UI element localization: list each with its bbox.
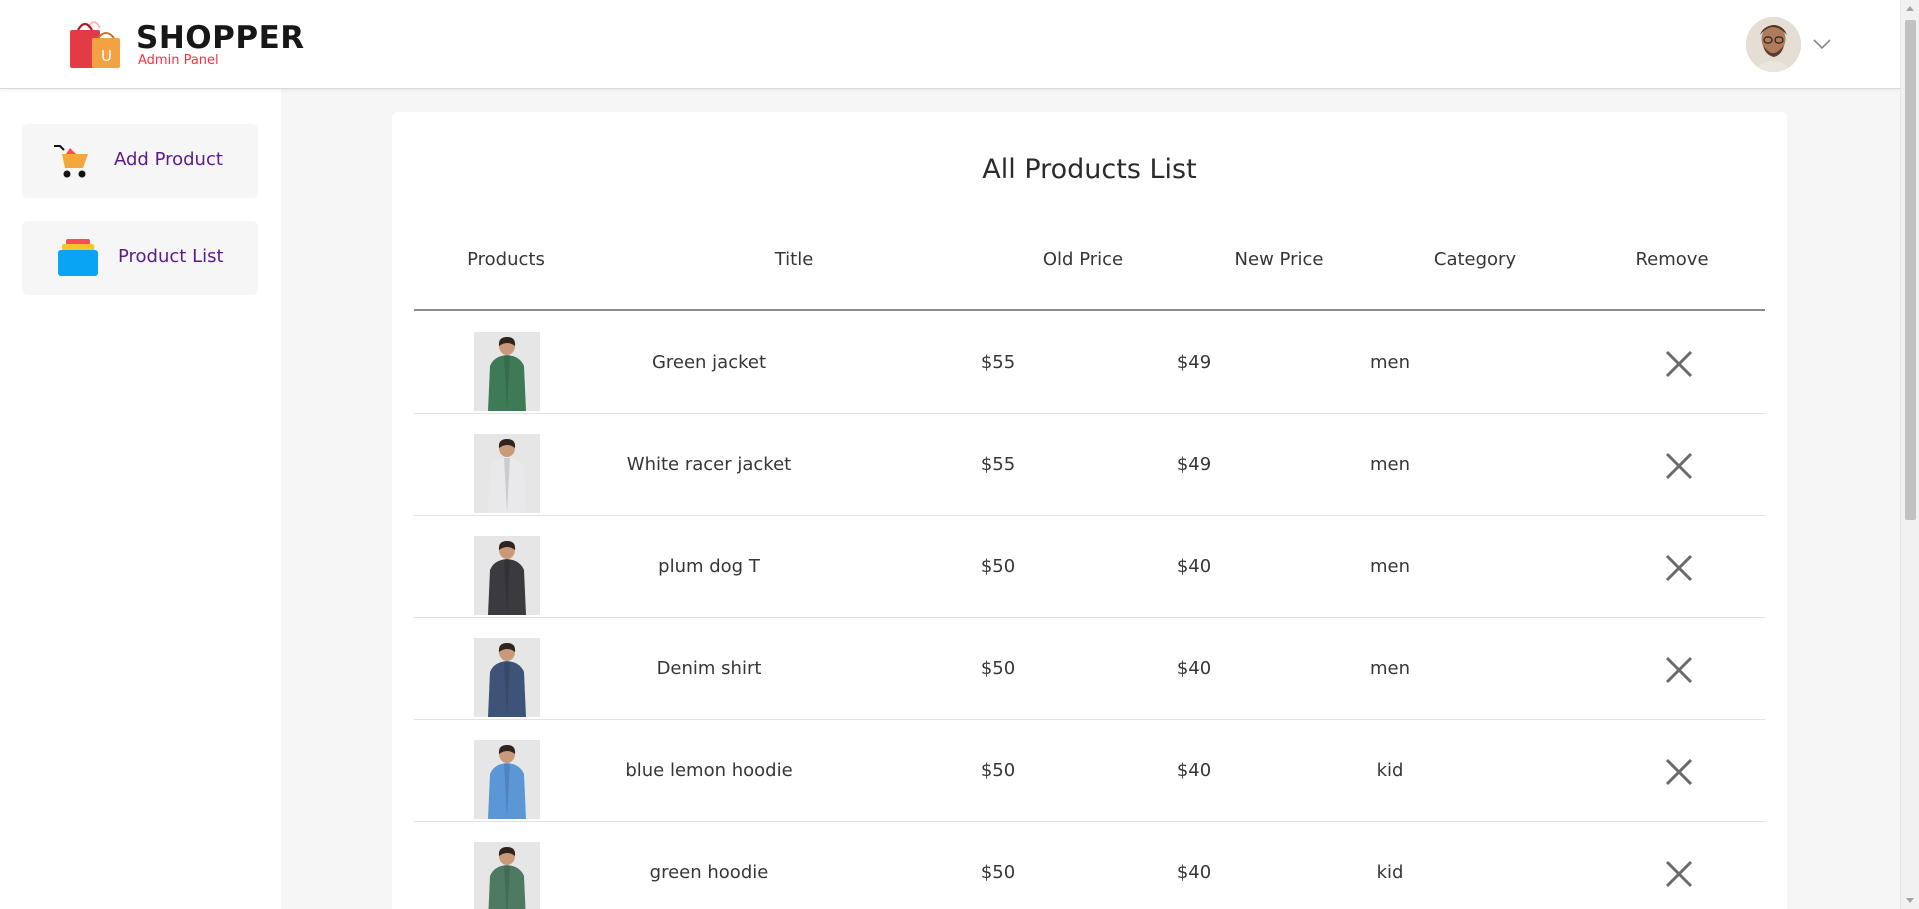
column-header-title: Title [774,249,814,270]
stack-icon [58,239,98,277]
brand: SHOPPER Admin Panel [136,20,305,68]
product-title: Denim shirt [656,658,762,679]
page-scrollbar[interactable] [1900,0,1919,909]
column-header-new-price: New Price [1234,249,1324,270]
product-title: Green jacket [651,352,767,373]
table-row: plum dog T $50 $40 men [414,516,1765,618]
remove-icon[interactable] [1664,757,1694,787]
product-category: kid [1376,760,1404,781]
remove-icon[interactable] [1664,349,1694,379]
products-panel: All Products List Products Title Old Pri… [392,112,1787,909]
product-thumbnail [474,434,540,513]
scroll-up-icon[interactable] [1906,6,1914,11]
cart-icon [52,142,92,180]
remove-icon[interactable] [1664,655,1694,685]
product-category: men [1369,454,1411,475]
product-thumbnail [474,536,540,615]
product-category: men [1369,556,1411,577]
header-divider [414,309,1765,311]
top-navbar: U SHOPPER Admin Panel [0,0,1900,89]
product-title: blue lemon hoodie [625,760,793,781]
page-title: All Products List [982,154,1197,185]
user-avatar[interactable] [1746,17,1801,72]
product-title: White racer jacket [626,454,792,475]
brand-name: SHOPPER [136,20,305,56]
table-row: Denim shirt $50 $40 men [414,618,1765,720]
scroll-down-icon[interactable] [1906,898,1914,903]
product-thumbnail [474,332,540,411]
remove-icon[interactable] [1664,451,1694,481]
remove-icon[interactable] [1664,553,1694,583]
product-title: green hoodie [649,862,769,883]
sidebar-item-label: Product List [118,246,224,267]
product-thumbnail [474,740,540,819]
sidebar-item-product-list[interactable]: Product List [22,221,258,295]
product-category: men [1369,658,1411,679]
table-row: Green jacket $55 $49 men [414,312,1765,414]
product-thumbnail [474,638,540,717]
column-header-category: Category [1433,249,1517,270]
product-category: men [1369,352,1411,373]
shopper-logo-icon: U [68,18,122,70]
chevron-down-icon[interactable] [1812,36,1832,50]
table-row: green hoodie $50 $40 kid [414,822,1765,909]
product-title: plum dog T [658,556,760,577]
table-row: blue lemon hoodie $50 $40 kid [414,720,1765,822]
column-header-remove: Remove [1635,249,1709,270]
product-category: kid [1376,862,1404,883]
table-row: White racer jacket $55 $49 men [414,414,1765,516]
sidebar-item-label: Add Product [114,149,223,170]
sidebar [0,89,281,909]
column-header-old-price: Old Price [1042,249,1124,270]
remove-icon[interactable] [1664,859,1694,889]
scroll-thumb[interactable] [1905,20,1916,520]
column-header-products: Products [467,249,545,270]
product-thumbnail [474,842,540,909]
sidebar-item-add-product[interactable]: Add Product [22,124,258,198]
logo-letter: U [101,47,112,65]
